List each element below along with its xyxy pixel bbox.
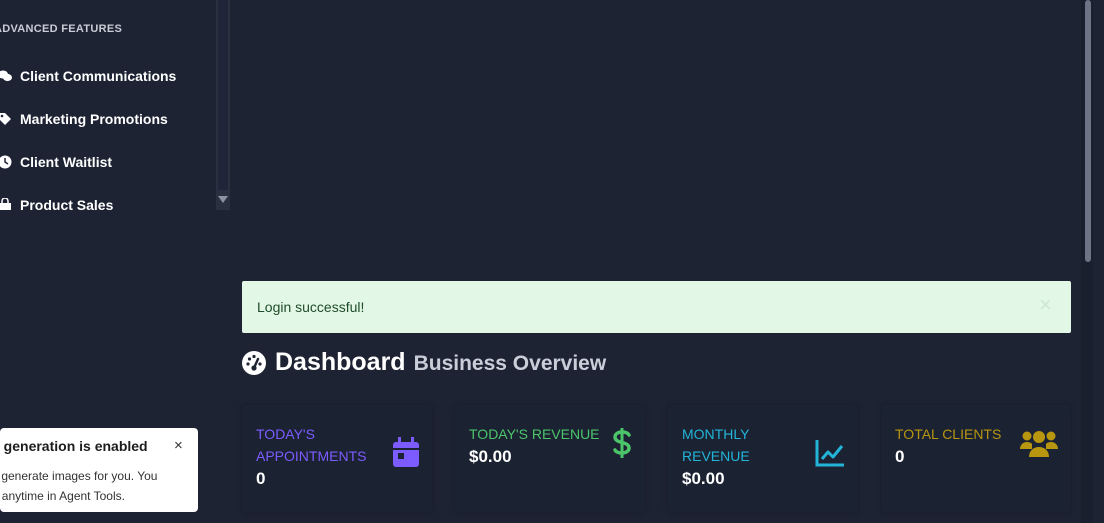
notification-title: e generation is enabled (0, 438, 148, 454)
page-header: Dashboard Business Overview (242, 348, 606, 377)
sidebar-item-client-waitlist[interactable]: Client Waitlist (0, 152, 112, 172)
card-value: 0 (256, 469, 266, 488)
success-alert: Login successful! × (242, 281, 1071, 333)
page-scrollbar-thumb[interactable] (1085, 0, 1091, 262)
card-value: $0.00 (682, 469, 725, 488)
calendar-icon (393, 437, 419, 472)
stat-card-monthly-revenue: MONTHLY REVENUE $0.00 (668, 405, 858, 512)
alert-close-button[interactable]: × (1039, 294, 1052, 316)
image-generation-notification: e generation is enabled × y generate ima… (0, 428, 198, 512)
card-value: 0 (895, 447, 905, 466)
page-title: Dashboard (275, 348, 406, 376)
page-scrollbar[interactable] (1081, 0, 1093, 523)
sidebar: ADVANCED FEATURES Client Communications … (0, 0, 216, 210)
sidebar-scrollbar[interactable] (216, 0, 230, 210)
notification-body-line: ff anytime in Agent Tools. (0, 489, 125, 503)
stat-card-total-clients: TOTAL CLIENTS 0 (881, 405, 1071, 512)
card-label: TOTAL CLIENTS (895, 426, 1002, 442)
sidebar-item-label: Client Communications (20, 68, 177, 84)
card-label: TODAY'S REVENUE (469, 426, 600, 442)
scroll-down-arrow-icon[interactable] (218, 196, 228, 203)
alert-message: Login successful! (257, 299, 365, 315)
sidebar-item-label: Client Waitlist (20, 154, 113, 170)
sidebar-item-label: Marketing Promotions (20, 111, 168, 127)
tags-icon (0, 112, 12, 126)
sidebar-item-client-communications[interactable]: Client Communications (0, 66, 176, 86)
sidebar-item-label: Product Sales (20, 197, 114, 210)
clock-icon (0, 155, 12, 169)
stat-card-todays-revenue: TODAY'S REVENUE $0.00 (455, 405, 645, 512)
shopping-bag-icon (0, 198, 12, 210)
comments-icon (0, 69, 12, 83)
card-value: $0.00 (469, 447, 512, 466)
stat-card-appointments: TODAY'S APPOINTMENTS 0 (242, 405, 432, 512)
sidebar-item-marketing-promotions[interactable]: Marketing Promotions (0, 109, 168, 129)
users-icon (1020, 429, 1058, 462)
sidebar-scrollbar-thumb[interactable] (218, 0, 228, 190)
notification-body: y generate images for you. You ff anytim… (0, 466, 157, 506)
notification-close-button[interactable]: × (174, 438, 183, 453)
sidebar-item-product-sales[interactable]: Product Sales (0, 195, 113, 210)
dollar-icon (612, 427, 632, 464)
card-label: TODAY'S APPOINTMENTS (256, 426, 367, 464)
sidebar-section-title: ADVANCED FEATURES (0, 23, 123, 35)
chart-line-icon (815, 439, 845, 472)
notification-body-line: y generate images for you. You (0, 469, 158, 483)
page-subtitle: Business Overview (413, 352, 607, 375)
card-label: MONTHLY REVENUE (682, 426, 750, 464)
tachometer-icon (242, 350, 266, 375)
